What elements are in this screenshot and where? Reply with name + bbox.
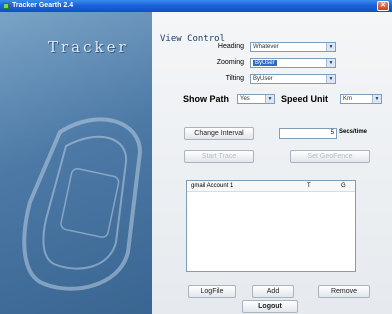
remove-button[interactable]: Remove (318, 285, 370, 298)
change-interval-button[interactable]: Change Interval (184, 127, 254, 140)
start-trace-button[interactable]: Start Trace (184, 150, 254, 163)
list-header: gmail Account 1 T G (187, 181, 355, 192)
logfile-button[interactable]: LogFile (188, 285, 236, 298)
interval-unit: Secs/time (339, 129, 368, 135)
zooming-label: Zooming (216, 59, 244, 66)
zooming-value: ByUser (253, 60, 277, 66)
set-geofence-button[interactable]: Set GeoFence (290, 150, 370, 163)
chevron-down-icon[interactable]: ▼ (372, 95, 381, 103)
add-button[interactable]: Add (252, 285, 294, 298)
window-titlebar: Tracker Gearth 2.4 ✕ (0, 0, 392, 12)
speed-unit-value: Km (343, 96, 352, 102)
tilting-label: Tilting (225, 75, 244, 82)
app-icon (3, 3, 9, 9)
show-path-select[interactable]: Yes ▼ (237, 94, 275, 104)
interval-input[interactable]: 5 (279, 128, 337, 139)
column-account[interactable]: gmail Account 1 (191, 181, 233, 191)
logout-button[interactable]: Logout (242, 300, 298, 313)
window-title: Tracker Gearth 2.4 (12, 2, 74, 9)
speed-unit-label: Speed Unit (281, 94, 329, 104)
chevron-down-icon[interactable]: ▼ (326, 75, 335, 83)
column-g[interactable]: G (341, 181, 346, 191)
tracker-logo: Tracker (48, 38, 129, 56)
phone-illustration (22, 117, 143, 291)
accounts-list[interactable]: gmail Account 1 T G (186, 180, 356, 272)
speed-unit-select[interactable]: Km ▼ (340, 94, 382, 104)
show-path-label: Show Path (183, 94, 230, 104)
tilting-select[interactable]: ByUser ▼ (250, 74, 336, 84)
column-t[interactable]: T (307, 181, 311, 191)
close-icon[interactable]: ✕ (377, 1, 389, 11)
brand-panel: Tracker (0, 12, 152, 314)
heading-label: Heading (217, 43, 244, 50)
heading-value: Whatever (253, 44, 279, 50)
zooming-select[interactable]: ByUser ▼ (250, 58, 336, 68)
show-path-value: Yes (240, 96, 250, 102)
heading-select[interactable]: Whatever ▼ (250, 42, 336, 52)
tilting-value: ByUser (253, 76, 273, 82)
chevron-down-icon[interactable]: ▼ (326, 59, 335, 67)
chevron-down-icon[interactable]: ▼ (265, 95, 274, 103)
chevron-down-icon[interactable]: ▼ (326, 43, 335, 51)
view-control-panel: View Control Heading Whatever ▼ Zooming … (152, 12, 392, 314)
